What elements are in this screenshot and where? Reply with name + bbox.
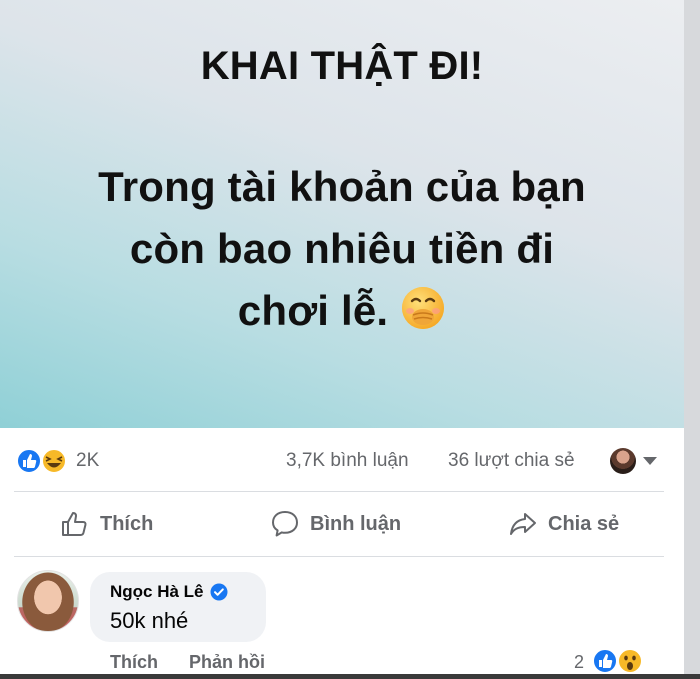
- post-actions: Thích Bình luận Chia sẻ: [0, 497, 684, 553]
- like-button-label: Thích: [100, 512, 154, 535]
- comment-text: 50k nhé: [110, 608, 189, 633]
- face-with-hand-over-mouth-emoji-icon: [402, 287, 445, 329]
- comment-count[interactable]: 3,7K bình luận: [286, 450, 409, 472]
- comment: Ngọc Hà Lê 50k nhé Thích Phản hồi 2: [0, 560, 684, 679]
- share-arrow-icon: [510, 513, 536, 535]
- like-button[interactable]: Thích: [60, 507, 153, 541]
- comment-bubble: Ngọc Hà Lê 50k nhé: [90, 572, 266, 642]
- thumbs-up-icon: [62, 512, 87, 536]
- like-reaction-icon: [16, 448, 42, 474]
- comment-button-label: Bình luận: [310, 512, 402, 535]
- post-question-line-3-text: chơi lễ.: [237, 287, 389, 334]
- share-button-label: Chia sẻ: [548, 512, 620, 535]
- haha-reaction-icon: [41, 448, 67, 474]
- post-question: Trong tài khoản của bạn còn bao nhiêu ti…: [0, 156, 684, 342]
- reaction-count[interactable]: 2K: [76, 450, 99, 472]
- comment-reaction-icons[interactable]: [592, 648, 648, 674]
- speech-bubble-icon: [272, 511, 298, 537]
- post-question-line-2: còn bao nhiêu tiền đi: [129, 225, 555, 272]
- comment-reaction-count[interactable]: 2: [574, 652, 584, 673]
- window-bottom-edge: [0, 674, 700, 679]
- verified-badge-icon: [210, 583, 228, 601]
- share-button[interactable]: Chia sẻ: [508, 507, 619, 541]
- divider: [14, 556, 664, 557]
- reaction-icons[interactable]: [16, 448, 72, 474]
- commenter-name-text: Ngọc Hà Lê: [110, 582, 204, 601]
- window-edge: [684, 0, 700, 679]
- comment-actions: Thích Phản hồi: [110, 652, 291, 673]
- comment-reply-link[interactable]: Phản hồi: [189, 652, 265, 672]
- post-banner: KHAI THẬT ĐI! Trong tài khoản của bạn cò…: [0, 0, 684, 428]
- commenter-name[interactable]: Ngọc Hà Lê: [110, 582, 228, 602]
- chevron-down-icon[interactable]: [643, 457, 657, 465]
- share-count[interactable]: 36 lượt chia sẻ: [448, 450, 575, 472]
- post-headline: KHAI THẬT ĐI!: [200, 44, 484, 88]
- wow-reaction-icon: [617, 648, 643, 674]
- commenter-avatar[interactable]: [17, 570, 79, 632]
- post-question-line-3: chơi lễ.: [0, 280, 684, 342]
- comment-button[interactable]: Bình luận: [270, 507, 401, 541]
- post-question-line-1: Trong tài khoản của bạn: [98, 163, 586, 210]
- like-reaction-icon: [592, 648, 618, 674]
- comment-like-link[interactable]: Thích: [110, 652, 158, 672]
- divider: [14, 491, 664, 492]
- post-stats: 2K 3,7K bình luận 36 lượt chia sẻ: [0, 440, 684, 480]
- viewer-avatar[interactable]: [610, 448, 636, 474]
